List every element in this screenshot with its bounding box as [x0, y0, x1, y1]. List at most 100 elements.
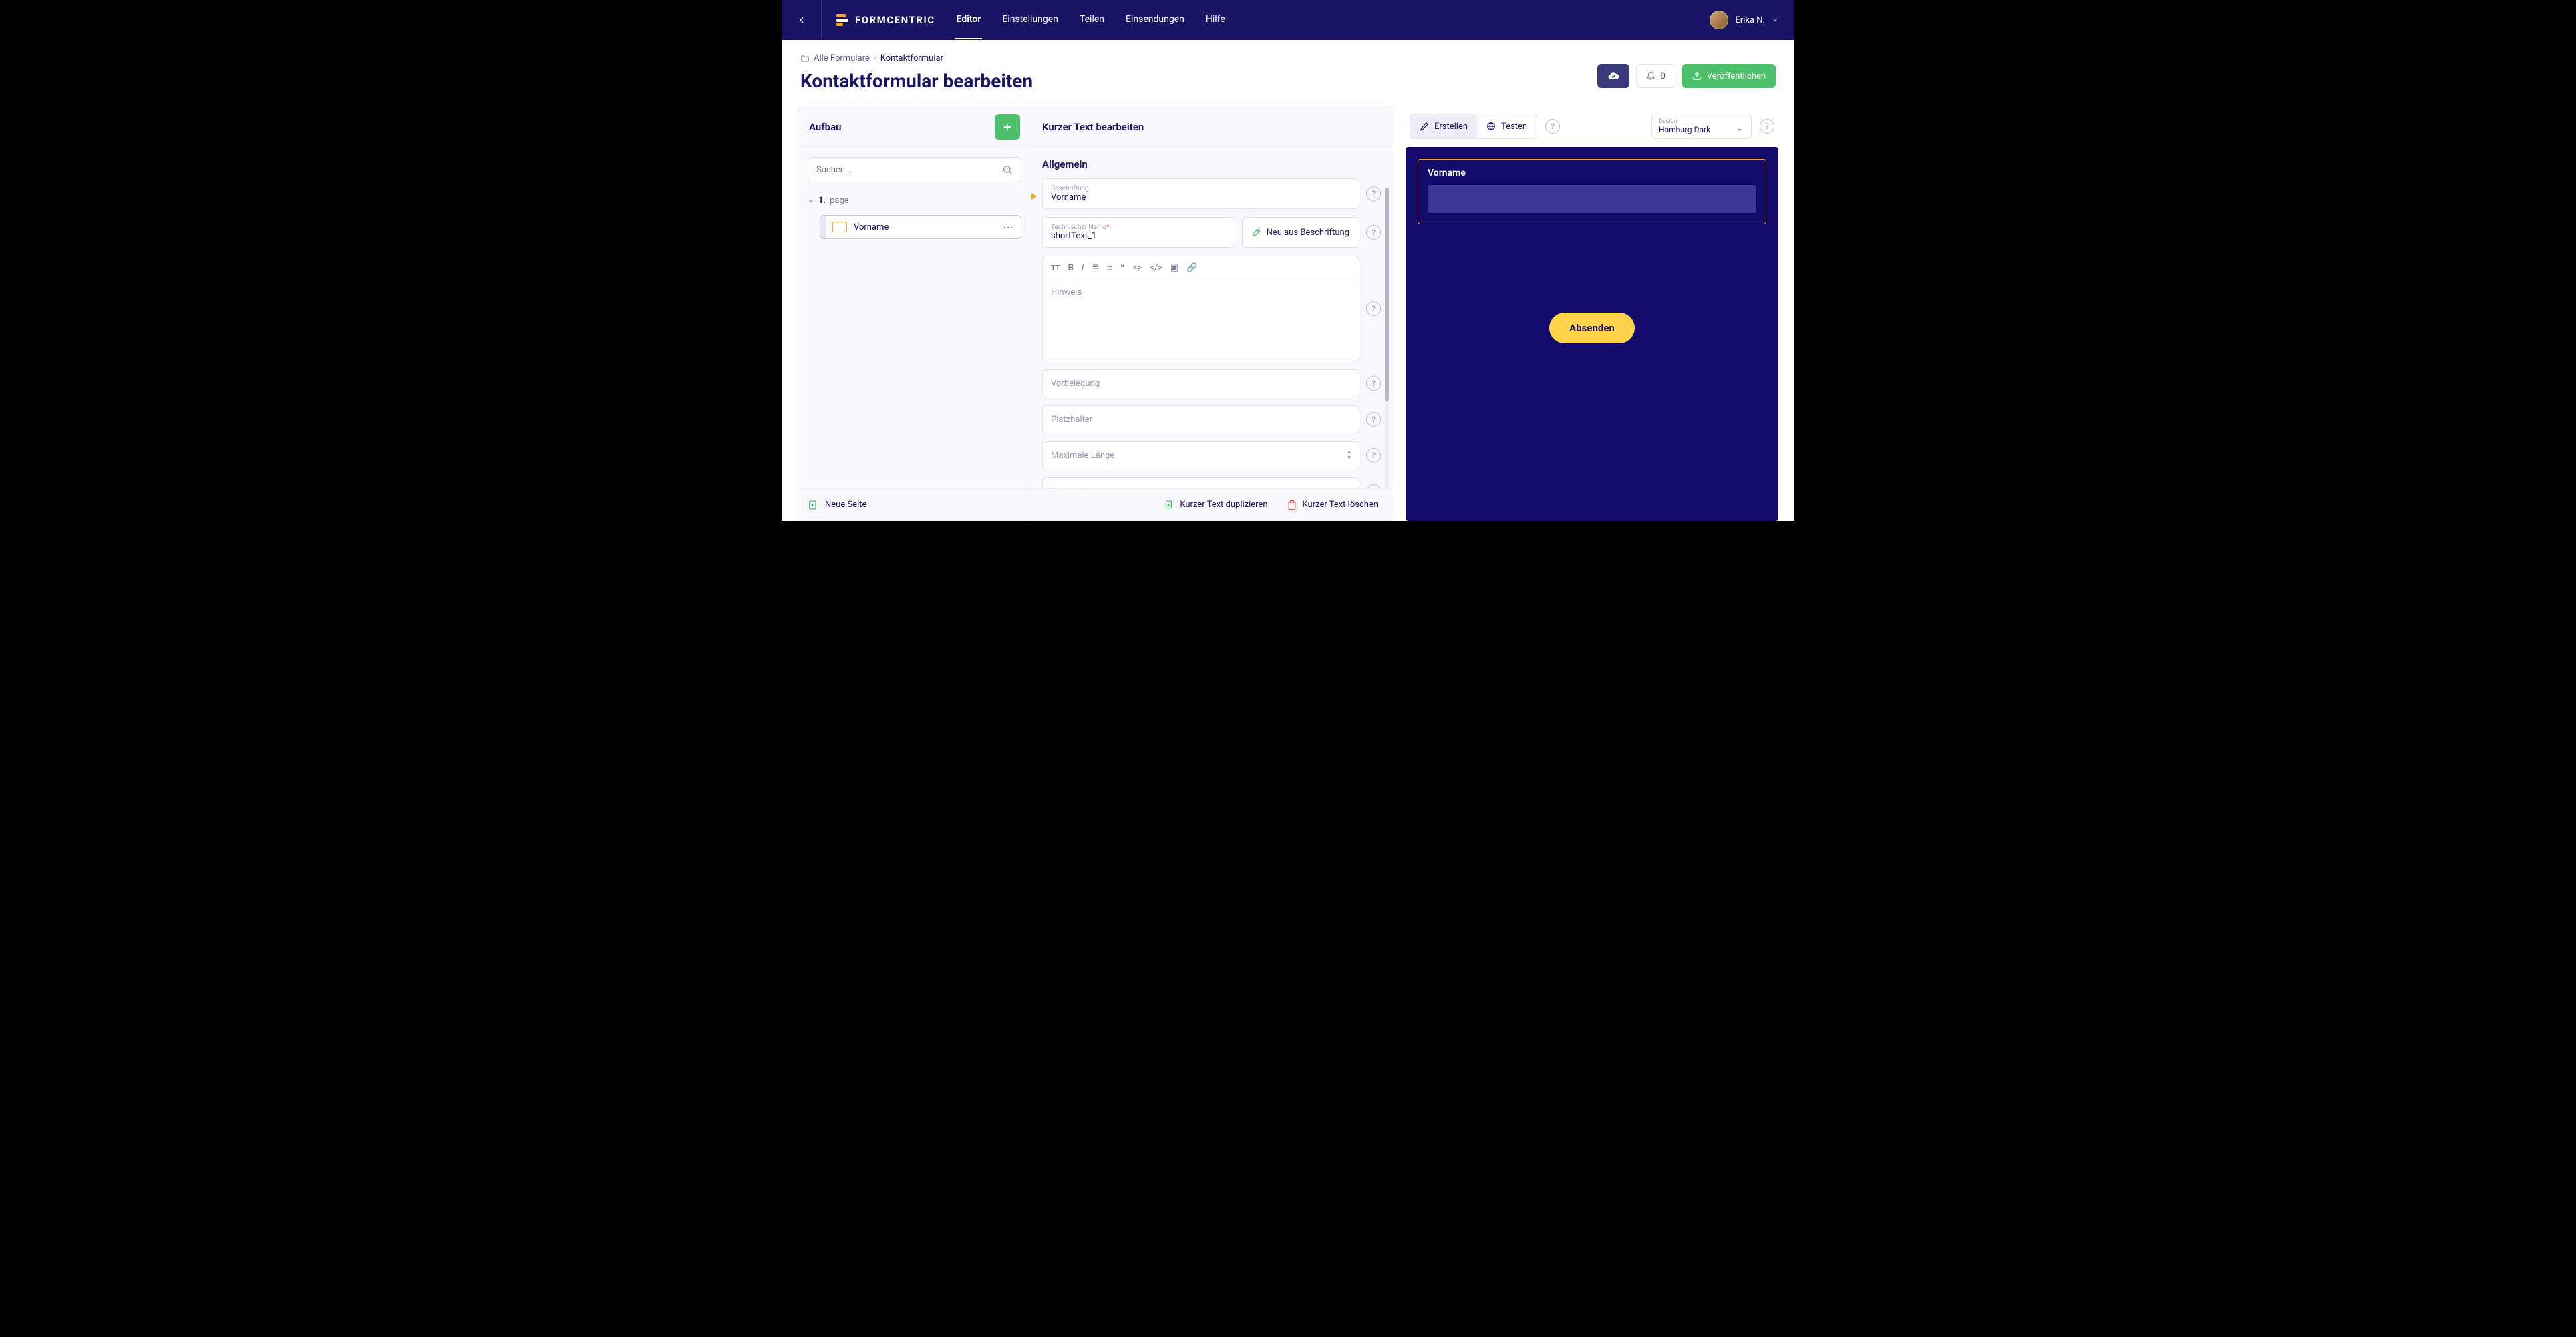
placeholder-input[interactable] [1051, 415, 1351, 425]
help-fieldwidth[interactable]: ? [1366, 484, 1381, 488]
trash-icon [1287, 500, 1297, 510]
short-text-icon [832, 222, 847, 232]
design-select[interactable]: Design Hamburg Dark [1651, 114, 1752, 139]
rte-quote-icon[interactable]: ❝ [1120, 263, 1125, 273]
generate-from-label-button[interactable]: Neu aus Beschriftung [1242, 217, 1359, 248]
mode-create[interactable]: Erstellen [1410, 114, 1477, 138]
help-prefill[interactable]: ? [1366, 376, 1381, 391]
duplicate-button[interactable]: Kurzer Text duplizieren [1164, 500, 1267, 510]
save-cloud-button[interactable] [1597, 64, 1629, 88]
structure-title: Aufbau [809, 121, 842, 133]
scrollbar[interactable] [1385, 188, 1389, 488]
tree-item-vorname[interactable]: Vorname ⋯ [820, 215, 1021, 239]
props-title: Kurzer Text bearbeiten [1042, 121, 1144, 133]
breadcrumb-separator [874, 53, 876, 63]
avatar [1710, 11, 1728, 29]
plus-icon [1001, 121, 1013, 133]
back-button[interactable] [782, 0, 822, 40]
mode-test[interactable]: Testen [1477, 114, 1537, 138]
prefill-field[interactable] [1042, 369, 1359, 397]
mode-test-label: Testen [1501, 122, 1527, 132]
mode-create-label: Erstellen [1434, 122, 1468, 132]
max-length-label: Maximale Länge [1051, 451, 1114, 461]
hint-body[interactable]: Hinweis [1043, 280, 1359, 361]
prefill-input[interactable] [1051, 379, 1351, 389]
techname-field[interactable]: Technischer Name* [1042, 217, 1235, 248]
nav-settings[interactable]: Einstellungen [1001, 1, 1060, 39]
help-hint[interactable]: ? [1366, 301, 1381, 316]
stepper-icon[interactable]: ▴▾ [1347, 449, 1351, 461]
rte-code-icon[interactable]: <> [1133, 263, 1142, 273]
callout-arrow-icon [1031, 192, 1035, 201]
section-general: Allgemein [1042, 158, 1381, 170]
user-menu[interactable]: Erika N. [1710, 11, 1794, 29]
rte-toolbar: TT B I ≣ ≡ ❝ <> </> ▣ 🔗 [1043, 256, 1359, 280]
label-field[interactable]: Beschriftung [1042, 178, 1359, 209]
tree-item-menu[interactable]: ⋯ [1003, 221, 1014, 234]
rte-bold-icon[interactable]: B [1068, 263, 1074, 273]
rte-codeblock-icon[interactable]: </> [1150, 263, 1162, 273]
nav-submissions[interactable]: Einsendungen [1124, 1, 1186, 39]
rte-bullets-icon[interactable]: ≣ [1092, 263, 1099, 273]
tree-page-1[interactable]: 1. page [808, 193, 1021, 208]
help-preview-mode[interactable]: ? [1545, 119, 1560, 134]
rte-numlist-icon[interactable]: ≡ [1107, 263, 1112, 274]
preview-text-input[interactable] [1428, 185, 1756, 213]
brand-logo: FORMCENTRIC [822, 14, 950, 26]
search-input[interactable] [816, 165, 1002, 175]
notifications-button[interactable]: 0 [1636, 64, 1675, 88]
preview-panel: Erstellen Testen ? Design Hamburg Dark ? [1406, 106, 1778, 521]
hint-editor[interactable]: TT B I ≣ ≡ ❝ <> </> ▣ 🔗 Hi [1042, 256, 1359, 361]
tree-item-label: Vorname [854, 222, 996, 232]
logo-icon [836, 14, 848, 26]
techname-input[interactable] [1051, 231, 1227, 241]
chevron-down-icon [808, 198, 814, 204]
brand-text: FORMCENTRIC [855, 14, 935, 26]
delete-button[interactable]: Kurzer Text löschen [1287, 500, 1378, 510]
rte-image-icon[interactable]: ▣ [1170, 263, 1178, 273]
globe-icon [1486, 122, 1496, 131]
rte-italic-icon[interactable]: I [1082, 263, 1084, 273]
help-label[interactable]: ? [1366, 186, 1381, 201]
breadcrumb-root[interactable]: Alle Formulare [814, 53, 870, 63]
max-length-field[interactable]: Maximale Länge ▴▾ [1042, 441, 1359, 469]
pencil-icon [1420, 122, 1429, 131]
field-width-select[interactable]: Feldbreite [1042, 478, 1359, 488]
folder-icon [800, 54, 810, 63]
nav-help[interactable]: Hilfe [1204, 1, 1227, 39]
new-page-button[interactable]: Neue Seite [798, 488, 1031, 520]
placeholder-field[interactable] [1042, 405, 1359, 433]
rte-link-icon[interactable]: 🔗 [1186, 263, 1197, 273]
rte-heading-icon[interactable]: TT [1051, 264, 1060, 272]
help-maxlength[interactable]: ? [1366, 448, 1381, 463]
page-label: page [830, 196, 849, 206]
cloud-check-icon [1607, 70, 1619, 82]
help-placeholder[interactable]: ? [1366, 412, 1381, 427]
arrow-left-icon [796, 15, 807, 25]
bell-icon [1646, 71, 1655, 81]
drag-handle[interactable] [820, 216, 826, 238]
workspace: Aufbau 1. page [782, 98, 1794, 521]
design-value: Hamburg Dark [1659, 125, 1744, 134]
preview-submit-button[interactable]: Absenden [1549, 313, 1635, 343]
field-width-label: Feldbreite [1051, 487, 1089, 489]
breadcrumb-current: Kontaktformular [880, 53, 943, 63]
preview-field-label: Vorname [1428, 168, 1756, 178]
label-field-input[interactable] [1051, 192, 1351, 202]
search-icon [1002, 164, 1013, 175]
page-title: Kontaktformular bearbeiten [800, 70, 1033, 92]
add-element-button[interactable] [995, 114, 1020, 140]
properties-panel: Kurzer Text bearbeiten Allgemein Beschri… [1031, 106, 1392, 521]
nav-share[interactable]: Teilen [1078, 1, 1106, 39]
techname-label: Technischer Name [1051, 224, 1106, 231]
help-techname[interactable]: ? [1366, 225, 1381, 240]
wand-icon [1252, 228, 1261, 237]
header-actions: 0 Veröffentlichen [1597, 64, 1776, 88]
help-design[interactable]: ? [1760, 119, 1774, 134]
notification-count: 0 [1661, 71, 1665, 81]
search-input-wrap[interactable] [808, 157, 1021, 182]
nav-editor[interactable]: Editor [955, 1, 983, 39]
publish-button[interactable]: Veröffentlichen [1682, 64, 1776, 88]
label-field-label: Beschriftung [1051, 185, 1351, 192]
design-label: Design [1659, 118, 1744, 125]
